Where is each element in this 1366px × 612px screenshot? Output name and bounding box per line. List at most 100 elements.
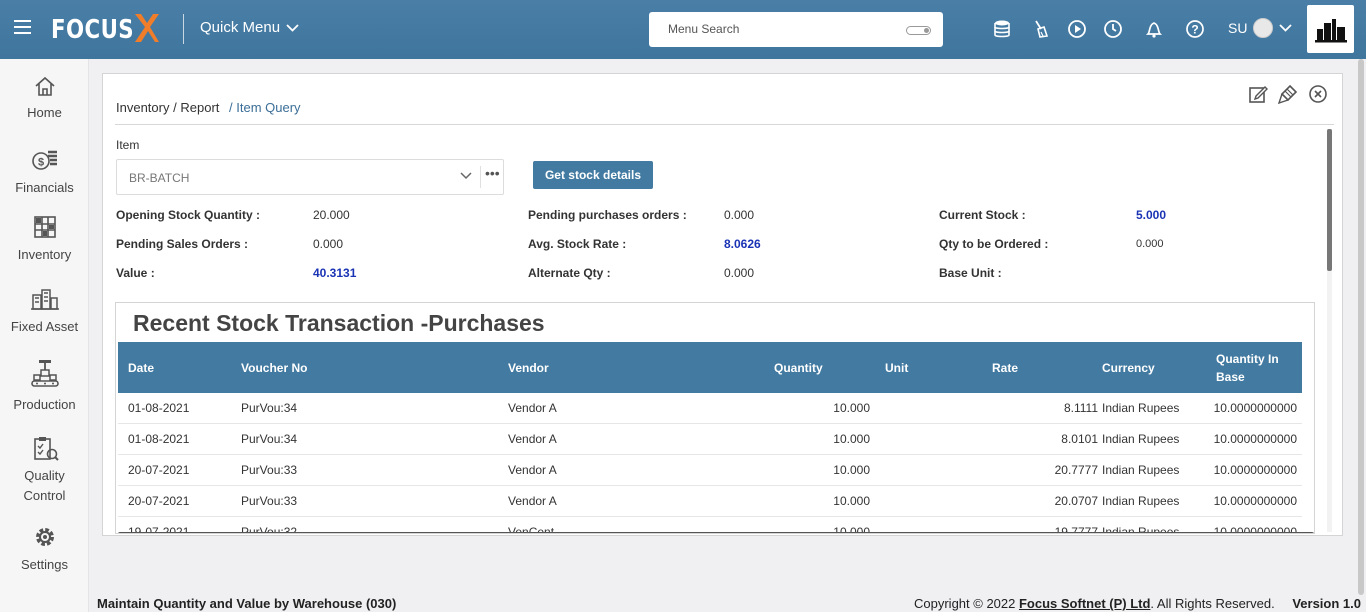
table-row[interactable]: 20-07-2021 PurVou:33 Vendor A 10.000 20.0707… (118, 486, 1302, 517)
sidebar: Home $ Financials Inventory Fixed Asset … (0, 59, 89, 612)
avg-stock-rate-value: 8.0626 (724, 237, 761, 251)
current-stock-value: 5.000 (1136, 208, 1167, 222)
cell-quantity-in-base: 10.0000000000 (1213, 432, 1297, 446)
item-query-panel: Inventory / Report / Item Query Item BR-… (102, 73, 1343, 536)
alternate-qty-value: 0.000 (724, 266, 755, 280)
copyright-text: Copyright © 2022 (914, 596, 1016, 611)
menu-search-box[interactable] (649, 12, 943, 47)
cell-vendor: Vendor A (508, 463, 557, 477)
table-header: Date Voucher No Vendor Quantity Unit Rat… (118, 342, 1302, 393)
header-rate[interactable]: Rate (992, 342, 1018, 393)
broom-icon[interactable] (1028, 17, 1052, 41)
quick-menu-label: Quick Menu (200, 19, 281, 36)
cell-currency: Indian Rupees (1102, 494, 1180, 508)
chevron-down-icon (286, 23, 299, 32)
quick-menu-dropdown[interactable]: Quick Menu (200, 19, 299, 36)
topbar-divider (183, 14, 184, 44)
alternate-qty-label: Alternate Qty : (528, 266, 611, 280)
pending-sales-label: Pending Sales Orders : (116, 237, 249, 251)
clear-brush-icon[interactable] (1278, 84, 1298, 104)
cell-date: 20-07-2021 (128, 494, 190, 508)
focus-logo[interactable]: FOCUS (51, 13, 159, 47)
rights-text: . All Rights Reserved. (1150, 596, 1275, 611)
sidebar-item-label: Inventory (17, 247, 72, 262)
panel-vertical-scrollbar[interactable] (1327, 129, 1332, 532)
sidebar-item-fixed-asset[interactable]: Fixed Asset (0, 287, 89, 334)
header-voucher-no[interactable]: Voucher No (241, 342, 307, 393)
pending-sales-value: 0.000 (313, 237, 344, 251)
sidebar-item-label: Quality (24, 468, 65, 483)
cell-date: 20-07-2021 (128, 463, 190, 477)
value-label: Value : (116, 266, 155, 280)
clock-icon[interactable] (1101, 17, 1125, 41)
recent-transactions-section: Recent Stock Transaction -Purchases Date… (115, 302, 1315, 534)
panel-toolbar (1248, 84, 1328, 104)
cell-voucher-no: PurVou:33 (241, 463, 298, 477)
header-quantity[interactable]: Quantity (774, 342, 823, 393)
hamburger-menu-icon[interactable] (14, 20, 31, 34)
sidebar-item-financials[interactable]: $ Financials (0, 148, 89, 195)
conveyor-icon (30, 360, 59, 387)
sidebar-item-home[interactable]: Home (0, 75, 89, 120)
user-initials: SU (1228, 20, 1248, 36)
opening-stock-value: 20.000 (313, 208, 350, 222)
logo-x-icon (135, 14, 159, 42)
cell-quantity-in-base: 10.0000000000 (1213, 401, 1297, 415)
item-select[interactable]: BR-BATCH ••• (116, 159, 504, 195)
database-icon[interactable] (990, 17, 1014, 41)
company-logo[interactable] (1307, 5, 1354, 53)
chevron-down-icon (1279, 24, 1293, 32)
sidebar-item-label: Financials (15, 180, 74, 195)
pending-purchases-label: Pending purchases orders : (528, 208, 687, 222)
page-scrollbar-thumb[interactable] (1358, 59, 1364, 595)
breadcrumb: Inventory / Report / Item Query (116, 100, 301, 115)
header-currency[interactable]: Currency (1102, 342, 1155, 393)
cell-quantity-in-base: 10.0000000000 (1213, 494, 1297, 508)
header-unit[interactable]: Unit (885, 342, 908, 393)
menu-search-input[interactable] (668, 22, 888, 36)
bell-icon[interactable] (1142, 17, 1166, 41)
sidebar-item-production[interactable]: Production (0, 359, 89, 412)
logo-text: FOCUS (51, 15, 135, 45)
table-row[interactable]: 01-08-2021 PurVou:34 Vendor A 10.000 8.1111 I… (118, 393, 1302, 424)
section-title: Recent Stock Transaction -Purchases (133, 310, 545, 336)
breadcrumb-report[interactable]: Report (180, 100, 219, 115)
get-stock-details-button[interactable]: Get stock details (533, 161, 653, 189)
help-icon[interactable]: ? (1183, 17, 1207, 41)
table-horizontal-scrollbar[interactable] (118, 532, 1314, 533)
avatar (1253, 18, 1274, 38)
sidebar-item-inventory[interactable]: Inventory (0, 215, 89, 262)
more-options-icon[interactable]: ••• (485, 165, 500, 181)
header-vendor[interactable]: Vendor (508, 342, 549, 393)
sidebar-item-settings[interactable]: Settings (0, 525, 89, 572)
cell-vendor: Vendor A (508, 432, 557, 446)
sidebar-item-quality-control[interactable]: Quality Control (0, 436, 89, 506)
search-toggle[interactable] (906, 26, 931, 35)
company-link[interactable]: Focus Softnet (P) Ltd (1019, 596, 1150, 611)
page-scrollbar[interactable] (1356, 59, 1366, 612)
table-row[interactable]: 01-08-2021 PurVou:34 Vendor A 10.000 8.0101 I… (118, 424, 1302, 455)
header-date[interactable]: Date (128, 342, 154, 393)
play-icon[interactable] (1065, 17, 1089, 41)
svg-text:?: ? (1191, 23, 1198, 37)
user-menu[interactable]: SU (1228, 18, 1293, 38)
qty-to-order-label: Qty to be Ordered : (939, 237, 1049, 251)
edit-icon[interactable] (1248, 84, 1268, 104)
avg-stock-rate-label: Avg. Stock Rate : (528, 237, 627, 251)
header-quantity-in-base[interactable]: Quantity In Base (1216, 342, 1279, 393)
cell-quantity: 10.000 (833, 401, 870, 415)
cell-quantity: 10.000 (833, 432, 870, 446)
close-icon[interactable] (1308, 84, 1328, 104)
breadcrumb-inventory[interactable]: Inventory (116, 100, 169, 115)
cell-currency: Indian Rupees (1102, 432, 1180, 446)
chevron-down-icon[interactable] (460, 171, 472, 181)
sidebar-item-label-line2: Control (23, 488, 66, 503)
breadcrumb-separator: / (173, 100, 177, 115)
cell-vendor: Vendor A (508, 494, 557, 508)
table-row[interactable]: 20-07-2021 PurVou:33 Vendor A 10.000 20.7777… (118, 455, 1302, 486)
sidebar-item-label: Fixed Asset (10, 319, 79, 334)
footer-status: Maintain Quantity and Value by Warehouse… (97, 596, 397, 611)
cell-quantity: 10.000 (833, 463, 870, 477)
scrollbar-thumb[interactable] (1327, 129, 1332, 271)
item-label: Item (116, 138, 140, 152)
